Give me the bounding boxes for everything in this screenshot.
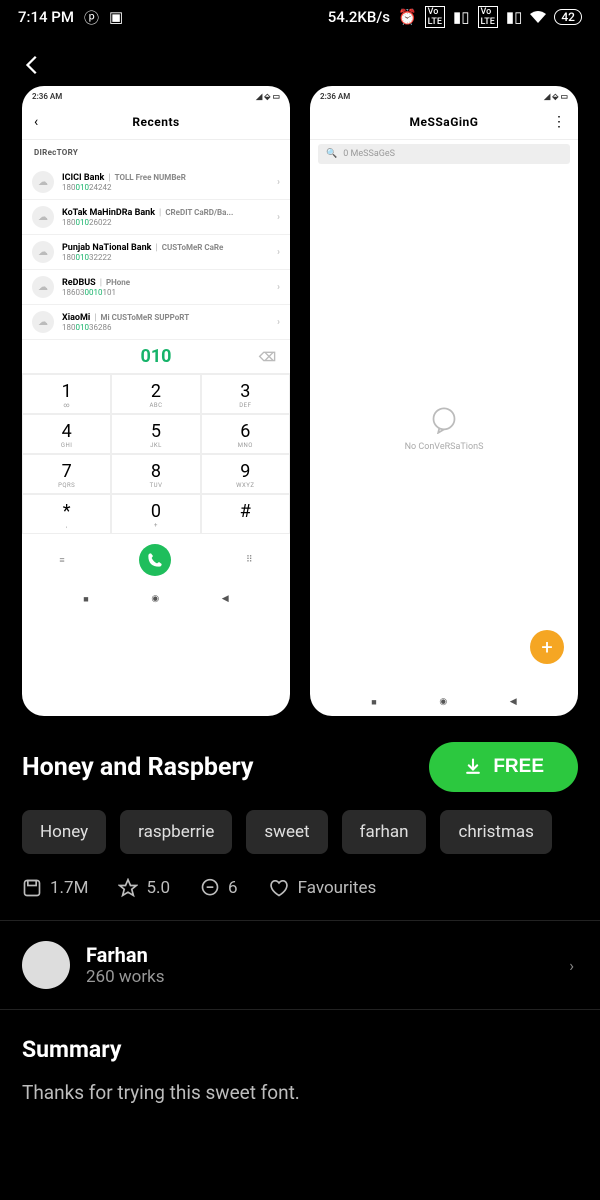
keypad-key: 3DEF [201,374,290,414]
stats-row: 1.7M 5.0 6 Favourites [0,874,600,921]
message-search: 🔍 0 MeSSaGeS [318,144,570,164]
keypad-key: 0+ [111,494,200,534]
preview-header-title: Recents [132,115,179,129]
keypad-key: 5JKL [111,414,200,454]
empty-text: No ConVeRSaTionS [405,442,484,452]
preview-status-icons: ◢ ⬙ ▭ [256,92,280,101]
chevron-icon: › [277,247,280,258]
tag[interactable]: raspberrie [120,810,232,854]
tag[interactable]: sweet [246,810,327,854]
preview-time-2: 2:36 AM [320,92,350,101]
tag[interactable]: christmas [440,810,551,854]
stat-comments[interactable]: 6 [200,878,238,898]
wifi-icon [530,11,546,23]
dialed-number: 010 ⌫ [22,340,290,373]
preview-back-icon: ‹ [34,114,38,130]
messaging-title: MeSSaGinG [410,115,479,129]
back-button[interactable] [0,34,600,86]
menu-icon: ≡ [59,555,64,566]
author-row[interactable]: Farhan 260 works › [0,921,600,1010]
keypad-key: 7PQRS [22,454,111,494]
nav-square-icon: ■ [83,594,88,605]
preview-dialer: 2:36 AM ◢ ⬙ ▭ ‹ Recents DIRecTORY ☁ICICI… [22,86,290,716]
backspace-icon: ⌫ [259,350,276,364]
call-button [139,544,171,576]
contact-avatar: ☁ [32,241,54,263]
instagram-icon: ▣ [109,8,123,26]
keypad-key: 4GHI [22,414,111,454]
author-works: 260 works [86,967,165,987]
keypad-key: 1∞ [22,374,111,414]
chevron-icon: › [277,317,280,328]
stat-favourites[interactable]: Favourites [268,878,377,898]
heart-icon [268,878,290,898]
chevron-icon: › [277,282,280,293]
directory-row: ☁KoTak MaHinDRa Bank|CReDIT CaRD/Ba...18… [22,200,290,235]
compose-fab: + [530,630,564,664]
keypad-key: 8TUV [111,454,200,494]
signal-icon: ▮▯ [453,8,470,26]
stat-downloads: 1.7M [22,878,88,898]
status-bar: 7:14 PM ⓟ ▣ 54.2KB/s ⏰ VoLTE ▮▯ VoLTE ▮▯… [0,0,600,34]
directory-row: ☁ReDBUS|PHone186030010101› [22,270,290,305]
author-avatar [22,941,70,989]
nav-triangle-icon: ◀ [222,594,229,605]
chevron-icon: › [277,212,280,223]
search-icon: 🔍 [326,149,337,159]
network-speed: 54.2KB/s [328,8,390,26]
more-icon: ⋮ [552,114,566,130]
stat-rating[interactable]: 5.0 [118,878,170,898]
keypad: 1∞2ABC3DEF 4GHI5JKL6MNO 7PQRS8TUV9WXYZ *,0+… [22,373,290,534]
preview-carousel[interactable]: 2:36 AM ◢ ⬙ ▭ ‹ Recents DIRecTORY ☁ICICI… [0,86,600,716]
nav-circle-icon: ◉ [151,594,159,605]
preview-messaging: 2:36 AM ◢ ⬙ ▭ MeSSaGinG ⋮ 🔍 0 MeSSaGeS N… [310,86,578,716]
preview-status-icons-2: ◢ ⬙ ▭ [544,92,568,101]
download-icon [463,757,483,777]
directory-row: ☁ICICI Bank|TOLL Free NUMBeR18001024242› [22,165,290,200]
star-icon [118,878,138,898]
status-time: 7:14 PM [18,8,74,26]
signal-icon-2: ▮▯ [506,8,523,26]
volte-icon: VoLTE [425,6,445,28]
directory-row: ☁Punjab NaTional Bank|CUSToMeR CaRe18001… [22,235,290,270]
preview-time: 2:36 AM [32,92,62,101]
keypad-key: # [201,494,290,534]
author-name: Farhan [86,943,165,967]
keypad-key: 9WXYZ [201,454,290,494]
volte-icon-2: VoLTE [478,6,498,28]
keypad-key: 2ABC [111,374,200,414]
contact-avatar: ☁ [32,311,54,333]
nav-circle-icon-2: ◉ [439,697,447,708]
save-icon [22,878,42,898]
download-button[interactable]: FREE [429,742,578,792]
summary-text: Thanks for trying this sweet font. [22,1081,578,1104]
tag[interactable]: Honey [22,810,106,854]
keypad-key: *, [22,494,111,534]
tag[interactable]: farhan [342,810,427,854]
alarm-icon: ⏰ [398,8,417,26]
pinterest-icon: ⓟ [84,7,99,28]
nav-triangle-icon-2: ◀ [510,697,517,708]
contact-avatar: ☁ [32,206,54,228]
chevron-right-icon: › [569,956,574,975]
battery-indicator: 42 [554,9,582,25]
contact-avatar: ☁ [32,171,54,193]
nav-square-icon-2: ■ [371,697,376,708]
summary-heading: Summary [22,1036,578,1063]
chevron-icon: › [277,177,280,188]
directory-label: DIRecTORY [22,140,290,165]
dialpad-icon: ⠿ [246,555,253,565]
tag-list: Honey raspberrie sweet farhan christmas [0,810,600,874]
directory-list: ☁ICICI Bank|TOLL Free NUMBeR18001024242›… [22,165,290,340]
comment-icon [200,878,220,898]
contact-avatar: ☁ [32,276,54,298]
product-title: Honey and Raspbery [22,753,253,782]
directory-row: ☁XiaoMi|Mi CUSToMeR SUPPoRT18001036286› [22,305,290,340]
chat-bubble-icon [430,406,458,434]
keypad-key: 6MNO [201,414,290,454]
